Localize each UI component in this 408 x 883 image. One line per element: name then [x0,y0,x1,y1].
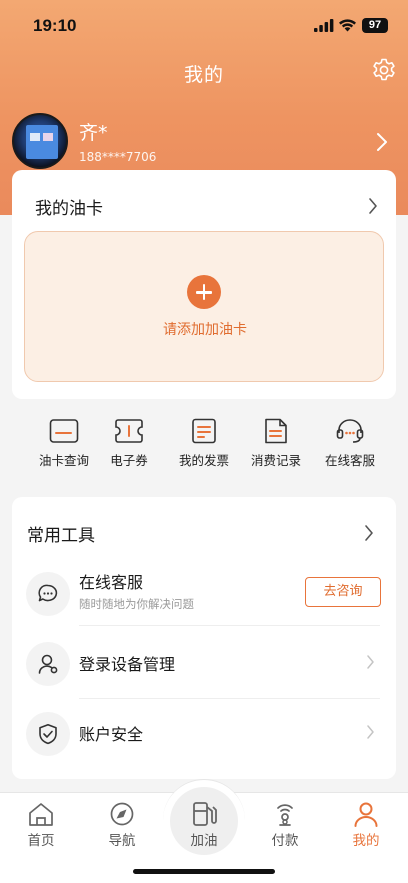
home-icon [29,803,53,826]
fuel-pump-icon [193,802,217,826]
tool-icon-container [26,572,70,616]
tab-mine[interactable]: 我的 [336,801,396,849]
tools-title: 常用工具 [27,526,95,546]
quick-action-coupon[interactable]: 电子券 [91,418,167,469]
add-oil-card-button[interactable]: 请添加加油卡 [24,231,384,382]
status-time: 19:10 [33,16,77,35]
user-name: 齐* [79,122,108,144]
tab-navigation[interactable]: 导航 [92,801,152,849]
tab-label: 首页 [27,833,55,849]
tool-icon-container [26,642,70,686]
add-oil-card-label: 请添加加油卡 [163,322,247,338]
wifi-icon [339,19,356,32]
quick-actions: 油卡查询 电子券 我的发票 消费记录 在线客服 [12,418,396,478]
record-icon [265,418,287,444]
quick-action-label: 消费记录 [250,453,301,468]
chevron-right-icon[interactable] [376,132,388,152]
tool-title: 登录设备管理 [79,655,176,674]
tool-subtitle: 随时随地为你解决问题 [79,597,194,611]
cellular-signal-icon [314,19,334,32]
user-device-icon [38,654,58,674]
home-indicator [133,869,275,874]
shield-check-icon [39,724,57,745]
chevron-right-icon[interactable] [368,197,378,215]
tab-label: 加油 [190,833,218,849]
tool-icon-container [26,712,70,756]
tab-label: 付款 [271,833,299,849]
quick-action-label: 电子券 [110,453,148,468]
tool-title: 账户安全 [79,725,144,744]
oil-card-panel: 我的油卡 请添加加油卡 [12,170,396,399]
tab-label: 我的 [352,833,380,849]
user-phone: 188****7706 [79,150,157,164]
divider [79,625,380,626]
compass-icon [110,802,134,826]
page-title: 我的 [183,64,224,86]
status-bar: 19:10 97 [0,0,408,50]
tool-row-device-management[interactable]: 登录设备管理 [12,629,396,699]
chevron-right-icon [367,725,374,739]
quick-action-label: 在线客服 [324,453,375,468]
tab-label: 导航 [108,833,136,849]
headset-icon [336,419,364,443]
tab-home[interactable]: 首页 [11,801,71,849]
tool-row-account-security[interactable]: 账户安全 [12,699,396,765]
payment-icon [277,804,293,826]
chevron-right-icon [367,655,374,669]
quick-action-customer-service[interactable]: 在线客服 [312,418,388,469]
coupon-icon [115,419,143,443]
oil-card-title: 我的油卡 [35,199,103,219]
quick-action-records[interactable]: 消费记录 [238,418,314,469]
quick-action-label: 我的发票 [178,453,229,468]
person-icon [354,802,378,827]
chevron-right-icon[interactable] [364,524,374,542]
chat-icon [38,584,58,602]
common-tools-panel: 常用工具 在线客服 随时随地为你解决问题 去咨询 登录设备管理 账户安全 [12,497,396,779]
quick-action-invoice[interactable]: 我的发票 [166,418,242,469]
card-icon [49,419,79,443]
gear-icon[interactable] [371,57,397,83]
invoice-icon [192,418,216,444]
tool-row-customer-service[interactable]: 在线客服 随时随地为你解决问题 去咨询 [12,559,396,626]
battery-indicator: 97 [362,18,388,33]
tab-refuel[interactable]: 加油 [174,801,234,849]
consult-button[interactable]: 去咨询 [305,577,381,607]
avatar[interactable] [12,113,68,169]
plus-icon [187,275,221,309]
tool-title: 在线客服 [79,573,144,592]
tab-payment[interactable]: 付款 [255,801,315,849]
